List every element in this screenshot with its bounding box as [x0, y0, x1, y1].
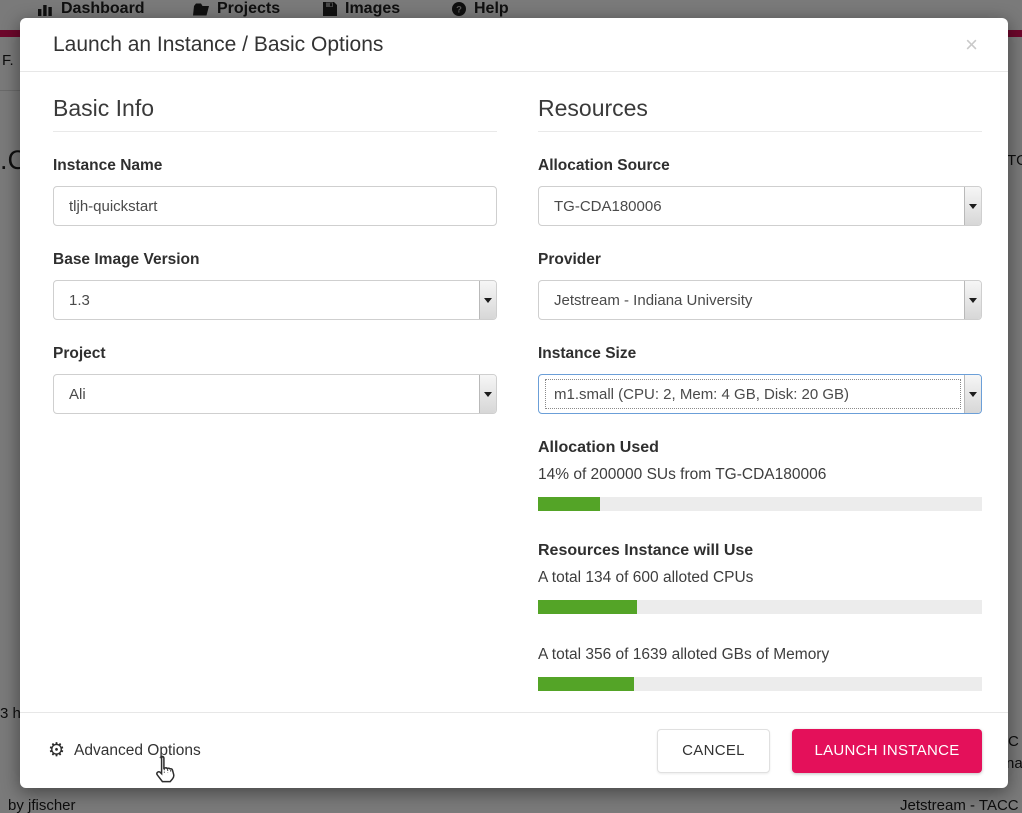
basic-info-heading: Basic Info	[53, 95, 497, 132]
modal-footer: ⚙ Advanced Options CANCEL LAUNCH INSTANC…	[20, 712, 1008, 788]
background-byline: by jfischer	[8, 797, 76, 813]
project-select[interactable]: Ali	[53, 374, 497, 414]
question-circle-icon: ?	[452, 2, 466, 16]
memory-usage-progressbar	[538, 677, 982, 691]
svg-text:?: ?	[456, 5, 462, 16]
cpu-usage-progress-fill	[538, 600, 637, 614]
folder-icon	[193, 3, 209, 16]
allocation-source-value: TG-CDA180006	[539, 187, 964, 225]
advanced-options-link[interactable]: ⚙ Advanced Options	[48, 741, 201, 760]
background-text-fragment: 3 h	[0, 705, 21, 722]
provider-select[interactable]: Jetstream - Indiana University	[538, 280, 982, 320]
allocation-source-label: Allocation Source	[538, 157, 982, 175]
launch-instance-button[interactable]: LAUNCH INSTANCE	[792, 729, 982, 773]
modal-body: Basic Info Instance Name Base Image Vers…	[20, 72, 1008, 712]
memory-usage-text: A total 356 of 1639 alloted GBs of Memor…	[538, 646, 982, 664]
instance-size-value: m1.small (CPU: 2, Mem: 4 GB, Disk: 20 GB…	[546, 380, 960, 408]
background-text-fragment: na	[1006, 755, 1022, 772]
nav-item-projects[interactable]: Projects	[193, 0, 280, 18]
advanced-options-label: Advanced Options	[74, 742, 201, 760]
nav-item-images[interactable]: Images	[323, 0, 400, 18]
allocation-used-block: Allocation Used 14% of 200000 SUs from T…	[538, 439, 982, 511]
chevron-down-icon	[964, 281, 981, 319]
nav-item-dashboard[interactable]: Dashboard	[38, 0, 145, 18]
nav-item-label: Help	[474, 0, 509, 18]
cancel-button[interactable]: CANCEL	[657, 729, 770, 773]
memory-usage-progress-fill	[538, 677, 634, 691]
resources-usage-block: Resources Instance will Use A total 134 …	[538, 542, 982, 691]
chevron-down-icon	[964, 375, 981, 413]
instance-name-label: Instance Name	[53, 157, 497, 175]
chevron-down-icon	[964, 187, 981, 225]
background-text-fragment: TG	[1007, 152, 1022, 169]
provider-label: Provider	[538, 251, 982, 269]
allocation-used-text: 14% of 200000 SUs from TG-CDA180006	[538, 466, 982, 484]
nav-item-help[interactable]: ? Help	[452, 0, 509, 18]
background-text-fragment: F.	[2, 52, 14, 69]
chevron-down-icon	[479, 375, 496, 413]
allocation-source-select[interactable]: TG-CDA180006	[538, 186, 982, 226]
launch-instance-modal: Launch an Instance / Basic Options × Bas…	[20, 18, 1008, 788]
screen: Dashboard Projects Images ? Help	[0, 0, 1022, 813]
nav-item-label: Projects	[217, 0, 280, 18]
nav-item-label: Dashboard	[61, 0, 145, 18]
provider-value: Jetstream - Indiana University	[539, 281, 964, 319]
project-label: Project	[53, 345, 497, 363]
instance-name-input[interactable]	[53, 186, 497, 226]
modal-header: Launch an Instance / Basic Options ×	[20, 18, 1008, 72]
cpu-usage-progressbar	[538, 600, 982, 614]
allocation-used-heading: Allocation Used	[538, 439, 982, 457]
base-image-version-select[interactable]: 1.3	[53, 280, 497, 320]
gear-icon: ⚙	[48, 741, 65, 760]
base-image-version-value: 1.3	[54, 281, 479, 319]
basic-info-section: Basic Info Instance Name Base Image Vers…	[53, 95, 497, 712]
resources-usage-heading: Resources Instance will Use	[538, 542, 982, 560]
instance-size-select[interactable]: m1.small (CPU: 2, Mem: 4 GB, Disk: 20 GB…	[538, 374, 982, 414]
background-text-fragment: C	[1008, 733, 1019, 750]
chevron-down-icon	[479, 281, 496, 319]
modal-title: Launch an Instance / Basic Options	[53, 33, 959, 57]
nav-item-label: Images	[345, 0, 400, 18]
floppy-icon	[323, 2, 337, 16]
resources-heading: Resources	[538, 95, 982, 132]
instance-size-label: Instance Size	[538, 345, 982, 363]
base-image-version-label: Base Image Version	[53, 251, 497, 269]
allocation-used-progress-fill	[538, 497, 600, 511]
close-icon[interactable]: ×	[959, 32, 984, 58]
background-provider-label: Jetstream - TACC	[900, 797, 1019, 813]
resources-section: Resources Allocation Source TG-CDA180006…	[538, 95, 982, 712]
project-value: Ali	[54, 375, 479, 413]
bar-chart-icon	[38, 2, 53, 16]
allocation-used-progressbar	[538, 497, 982, 511]
cpu-usage-text: A total 134 of 600 alloted CPUs	[538, 569, 982, 587]
